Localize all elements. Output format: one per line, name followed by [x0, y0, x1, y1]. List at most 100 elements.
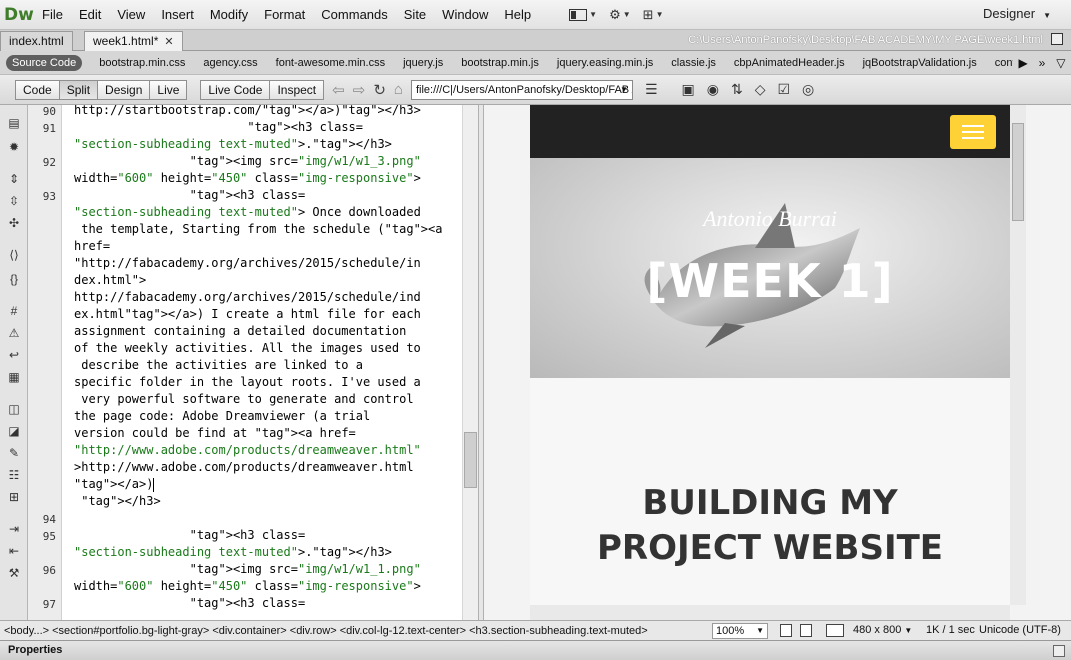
expand-all-icon[interactable]: ✣ [6, 215, 22, 231]
hamburger-menu-icon[interactable] [950, 115, 996, 149]
back-arrow-icon[interactable]: ⇦ [332, 81, 345, 99]
section-title-line-2: PROJECT WEBSITE [596, 528, 944, 568]
panel-options-icon[interactable] [1053, 645, 1065, 657]
site-tree-icon[interactable]: ⊞ ▼ [643, 7, 664, 23]
live-scrollbar[interactable] [1010, 105, 1026, 605]
desktop-size-icon[interactable] [826, 624, 844, 637]
live-view-button[interactable]: Live [149, 79, 188, 100]
home-icon[interactable]: ⌂ [394, 81, 403, 98]
multiscreen-icon[interactable]: ▣ [682, 81, 695, 98]
menu-insert[interactable]: Insert [153, 0, 202, 30]
double-chevron-icon[interactable]: » [1039, 56, 1046, 70]
balance-braces-icon[interactable]: {} [6, 271, 22, 287]
collapse-selection-icon[interactable]: ⇳ [6, 193, 22, 209]
wrap-tag-icon[interactable]: ✎ [6, 445, 22, 461]
zoom-select[interactable]: 100% ▼ [712, 623, 768, 639]
inspect-button[interactable]: Inspect [269, 79, 325, 100]
recent-snippets-icon[interactable]: ☷ [6, 467, 22, 483]
code-scrollbar-thumb[interactable] [464, 432, 477, 488]
menu-edit[interactable]: Edit [71, 0, 109, 30]
outdent-code-icon[interactable]: ⇤ [6, 543, 22, 559]
menu-file[interactable]: File [34, 0, 71, 30]
split-view-button[interactable]: Split [58, 79, 99, 100]
layout-icon[interactable]: ▼ [569, 8, 597, 21]
remove-comment-icon[interactable]: ◪ [6, 423, 22, 439]
related-file[interactable]: jquery.js [394, 57, 452, 69]
related-file[interactable]: bootstrap.min.css [90, 57, 194, 69]
line-numbers-icon[interactable]: # [6, 303, 22, 319]
code-line: width="600" height="450" class="img-resp… [74, 171, 421, 185]
forward-arrow-icon[interactable]: ⇨ [353, 81, 366, 99]
page-options-icon[interactable]: ☰ [645, 81, 658, 98]
site-navbar [530, 105, 1010, 158]
window-size[interactable]: 480 x 800 ▼ [853, 624, 912, 636]
design-view-button[interactable]: Design [97, 79, 151, 100]
line-number: 97 [42, 598, 56, 611]
chevron-right-icon[interactable]: ▶ [1018, 56, 1027, 70]
indent-code-icon[interactable]: ⇥ [6, 521, 22, 537]
word-wrap-icon[interactable]: ↩ [6, 347, 22, 363]
line-number: 94 [42, 513, 56, 526]
select-parent-tag-icon[interactable]: ⟨⟩ [6, 247, 22, 263]
syntax-coloring-icon[interactable]: ▦ [6, 369, 22, 385]
menu-help[interactable]: Help [496, 0, 539, 30]
apply-comment-icon[interactable]: ◫ [6, 401, 22, 417]
code-line: "tag"></a>) [74, 477, 155, 492]
tablet-size-icon[interactable] [800, 624, 812, 637]
validate-icon[interactable]: ☑ [777, 81, 790, 98]
highlight-invalid-icon[interactable]: ⚠ [6, 325, 22, 341]
menu-commands[interactable]: Commands [313, 0, 395, 30]
tab-index-html[interactable]: index.html [0, 31, 73, 51]
related-file[interactable]: font-awesome.min.css [267, 57, 394, 69]
live-code-button[interactable]: Live Code [200, 79, 271, 100]
menu-modify[interactable]: Modify [202, 0, 256, 30]
menu-view[interactable]: View [109, 0, 153, 30]
restore-window-icon[interactable] [1051, 33, 1063, 45]
related-files-list: bootstrap.min.css agency.css font-awesome.… [90, 57, 1024, 69]
preview-browser-icon[interactable]: ◉ [707, 81, 719, 98]
open-documents-icon[interactable]: ▤ [6, 115, 22, 131]
menu-window[interactable]: Window [434, 0, 496, 30]
code-editor[interactable]: 90 91 92 93 94 95 96 97 http://startbootstrap.c… [28, 105, 462, 620]
code-scrollbar[interactable] [462, 105, 478, 620]
related-file[interactable]: bootstrap.min.js [452, 57, 548, 69]
related-file[interactable]: jquery.easing.min.js [548, 57, 662, 69]
mobile-size-icon[interactable] [780, 624, 792, 637]
live-horizontal-scrollbar[interactable] [530, 605, 1010, 620]
rendered-page: Antonio Burrai [WEEK 1] BUILDING MY PROJ… [530, 105, 1010, 605]
related-file[interactable]: jqBootstrapValidation.js [854, 57, 986, 69]
properties-label[interactable]: Properties [8, 644, 62, 656]
visual-aids-icon[interactable]: ◇ [755, 81, 766, 98]
workspace-switcher[interactable]: Designer ▼ [983, 0, 1051, 30]
code-line: of the weekly activities. All the images… [74, 341, 421, 355]
related-file[interactable]: classie.js [662, 57, 725, 69]
code-line: the page code: Adobe Dreamviewer (a tria… [74, 409, 371, 423]
check-browser-icon[interactable]: ◎ [802, 81, 814, 98]
live-scrollbar-thumb[interactable] [1012, 123, 1024, 221]
menu-site[interactable]: Site [396, 0, 434, 30]
source-code-button[interactable]: Source Code [6, 54, 83, 71]
related-files-bar: Source Code bootstrap.min.css agency.css f… [0, 51, 1071, 75]
sun-icon[interactable]: ✹ [6, 139, 22, 155]
line-number: 90 [42, 105, 56, 118]
related-file[interactable]: agency.css [194, 57, 266, 69]
code-line: "http://fabacademy.org/archives/2015/sch… [74, 256, 421, 270]
close-icon[interactable]: ✕ [164, 36, 173, 48]
line-number-gutter: 90 91 92 93 94 95 96 97 [28, 105, 62, 620]
code-view-button[interactable]: Code [15, 79, 60, 100]
address-bar[interactable]: file:///C|/Users/AntonPanofsky/Desktop/F… [410, 79, 633, 100]
code-line: version could be find at "tag"><a href= [74, 426, 356, 440]
tab-week1-html[interactable]: week1.html* ✕ [84, 31, 183, 51]
filter-icon[interactable]: ▽ [1056, 56, 1065, 70]
move-css-icon[interactable]: ⊞ [6, 489, 22, 505]
workspace-label: Designer [983, 6, 1036, 21]
tag-selector[interactable]: <body...> <section#portfolio.bg-light-gr… [0, 625, 648, 637]
gear-icon[interactable]: ⚙ ▼ [609, 7, 631, 23]
file-management-icon[interactable]: ⇅ [731, 81, 743, 98]
format-source-icon[interactable]: ⚒ [6, 565, 22, 581]
menu-format[interactable]: Format [256, 0, 313, 30]
hero-header: Antonio Burrai [WEEK 1] [530, 158, 1010, 378]
refresh-icon[interactable]: ↻ [373, 81, 386, 99]
collapse-tag-icon[interactable]: ⇕ [6, 171, 22, 187]
related-file[interactable]: cbpAnimatedHeader.js [725, 57, 854, 69]
